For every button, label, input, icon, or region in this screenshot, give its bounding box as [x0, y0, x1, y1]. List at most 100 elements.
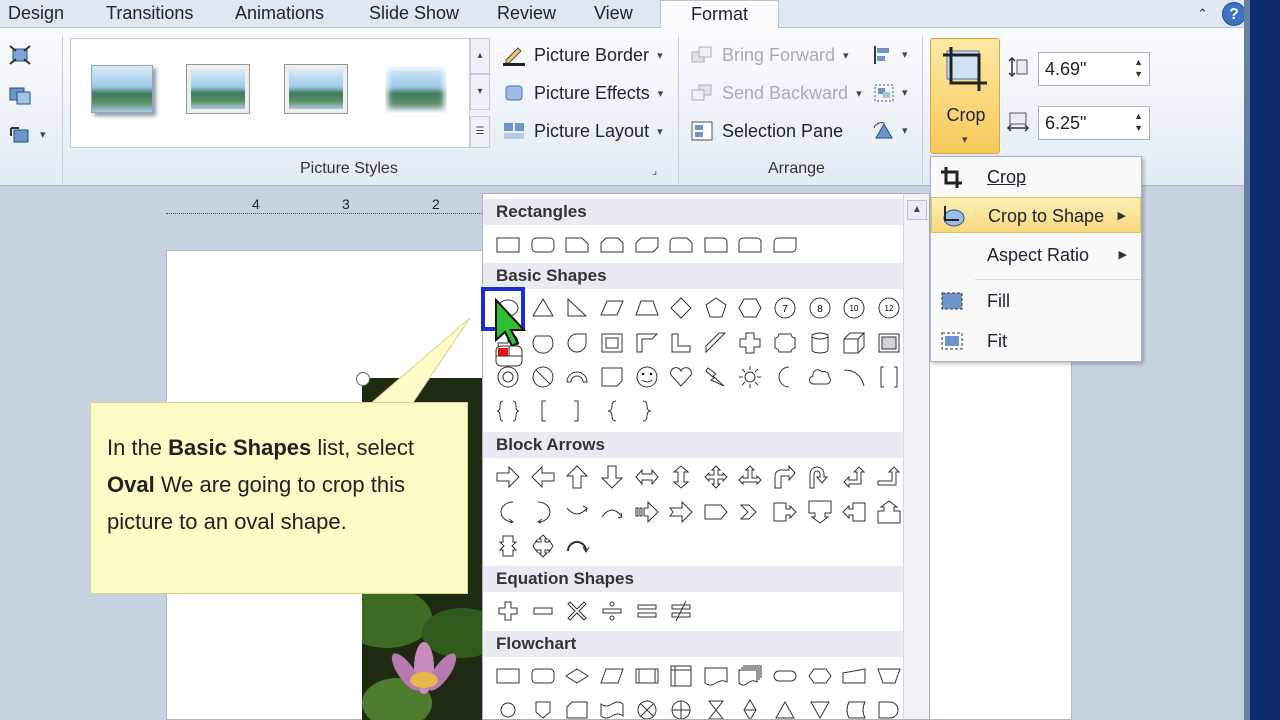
shape-frame[interactable]	[595, 326, 630, 360]
shape-moon[interactable]	[768, 360, 803, 394]
shape-bevel[interactable]	[872, 326, 907, 360]
rotate-icon[interactable]	[872, 120, 896, 142]
tab-slide-show[interactable]: Slide Show	[369, 3, 459, 24]
menu-item-fill[interactable]: Fill	[931, 283, 1141, 319]
shape-snip-corner-rectangle[interactable]	[560, 228, 595, 262]
shape-curved-right-arrow[interactable]	[491, 495, 526, 529]
shape-rectangle[interactable]	[491, 228, 526, 262]
tab-view[interactable]: View	[594, 3, 633, 24]
shape-curved-left-arrow[interactable]	[526, 495, 561, 529]
shape-card[interactable]	[560, 693, 595, 719]
shape-height-input[interactable]: 4.69" ▲ ▼	[1038, 52, 1150, 86]
shape-multiply-sign[interactable]	[560, 594, 595, 628]
picture-style-thumb[interactable]	[385, 65, 447, 113]
shape-sun[interactable]	[733, 360, 768, 394]
shape-equal-sign[interactable]	[629, 594, 664, 628]
gallery-scroll-up-icon[interactable]: ▴	[470, 38, 490, 74]
shape-lightning-bolt[interactable]	[699, 360, 734, 394]
shape-right-arrow[interactable]	[491, 460, 526, 494]
picture-border-button[interactable]: Picture Border ▾	[502, 44, 663, 66]
shape-chevron[interactable]	[733, 495, 768, 529]
shape-stored-data[interactable]	[837, 693, 872, 719]
picture-style-thumb[interactable]	[284, 64, 348, 114]
shape-cube[interactable]	[837, 326, 872, 360]
shape-parallelogram[interactable]	[595, 291, 630, 325]
shape-multidocument[interactable]	[733, 659, 768, 693]
picture-effects-button[interactable]: Picture Effects ▾	[502, 82, 663, 104]
shape-block-arc[interactable]	[560, 360, 595, 394]
shape-smiley-face[interactable]	[629, 360, 664, 394]
shape-manual-operation[interactable]	[872, 659, 907, 693]
tab-animations[interactable]: Animations	[235, 3, 324, 24]
shape-snip-round[interactable]	[664, 228, 699, 262]
tab-transitions[interactable]: Transitions	[106, 3, 193, 24]
picture-style-thumb[interactable]	[186, 64, 250, 114]
align-icon[interactable]	[872, 44, 896, 66]
shape-left-up-arrow[interactable]	[837, 460, 872, 494]
tab-design[interactable]: Design	[8, 3, 64, 24]
shape-l-shape[interactable]	[664, 326, 699, 360]
shape-quad-arrow[interactable]	[699, 460, 734, 494]
menu-item-crop-to-shape[interactable]: Crop to Shape ▶	[931, 197, 1141, 233]
shape-pentagon[interactable]	[699, 291, 734, 325]
send-backward-button[interactable]: Send Backward ▾	[690, 82, 862, 104]
shape-hexagon[interactable]	[733, 291, 768, 325]
shape-predefined-process[interactable]	[629, 659, 664, 693]
shape-right-arrow-callout[interactable]	[768, 495, 803, 529]
shape-cloud[interactable]	[802, 360, 837, 394]
shape-right-triangle[interactable]	[560, 291, 595, 325]
shape-document[interactable]	[699, 659, 734, 693]
shape-or[interactable]	[664, 693, 699, 719]
shape-circular-arrow[interactable]	[560, 529, 595, 563]
shape-summing-junction[interactable]	[629, 693, 664, 719]
shape-plaque[interactable]	[768, 326, 803, 360]
shape-minus-sign[interactable]	[526, 594, 561, 628]
dialog-launcher-icon[interactable]: ⌟	[652, 164, 657, 177]
shape-collate[interactable]	[699, 693, 734, 719]
gallery-scrollbar[interactable]: ▲	[903, 194, 929, 719]
gallery-scroll-down-icon[interactable]: ▾	[470, 74, 490, 110]
shape-round-diagonal[interactable]	[768, 228, 803, 262]
shape-width-input[interactable]: 6.25" ▲ ▼	[1038, 106, 1150, 140]
shape-off-page-connector[interactable]	[526, 693, 561, 719]
shape-heptagon[interactable]: 7	[768, 291, 803, 325]
minimize-ribbon-icon[interactable]: ⌃	[1197, 6, 1208, 22]
shape-decagon[interactable]: 10	[837, 291, 872, 325]
shape-curved-up-arrow[interactable]	[560, 495, 595, 529]
shape-trapezoid[interactable]	[629, 291, 664, 325]
compress-pictures-icon[interactable]	[8, 44, 32, 66]
shape-curved-down-arrow[interactable]	[595, 495, 630, 529]
shape-alternate-process[interactable]	[526, 659, 561, 693]
picture-layout-button[interactable]: Picture Layout ▾	[502, 120, 663, 142]
shape-teardrop[interactable]	[560, 326, 595, 360]
shape-left-bracket[interactable]	[526, 394, 561, 428]
shape-can[interactable]	[802, 326, 837, 360]
shape-preparation[interactable]	[802, 659, 837, 693]
shape-double-bracket[interactable]	[872, 360, 907, 394]
menu-item-aspect-ratio[interactable]: Aspect Ratio ▶	[931, 237, 1141, 273]
menu-item-fit[interactable]: Fit	[931, 323, 1141, 359]
shape-diagonal-stripe[interactable]	[699, 326, 734, 360]
shape-octagon[interactable]: 8	[802, 291, 837, 325]
shape-striped-right-arrow[interactable]	[629, 495, 664, 529]
group-icon[interactable]	[872, 82, 896, 104]
shape-right-brace[interactable]	[629, 394, 664, 428]
help-icon[interactable]: ?	[1222, 2, 1246, 26]
shape-left-arrow[interactable]	[526, 460, 561, 494]
shape-terminator[interactable]	[768, 659, 803, 693]
resize-handle[interactable]	[356, 372, 370, 386]
shape-round-single-corner[interactable]	[699, 228, 734, 262]
shape-down-arrow-callout[interactable]	[802, 495, 837, 529]
shape-left-right-arrow[interactable]	[629, 460, 664, 494]
gallery-more-icon[interactable]: ☰	[470, 116, 490, 148]
tab-review[interactable]: Review	[497, 3, 556, 24]
shape-notched-right-arrow[interactable]	[664, 495, 699, 529]
shape-bent-arrow[interactable]	[768, 460, 803, 494]
shape-snip-diagonal[interactable]	[629, 228, 664, 262]
shape-not-equal-sign[interactable]	[664, 594, 699, 628]
picture-style-thumb[interactable]	[91, 65, 153, 113]
shape-round-same-side[interactable]	[733, 228, 768, 262]
shape-up-down-arrow[interactable]	[664, 460, 699, 494]
shape-double-brace[interactable]	[491, 394, 526, 428]
shape-delay[interactable]	[872, 693, 907, 719]
